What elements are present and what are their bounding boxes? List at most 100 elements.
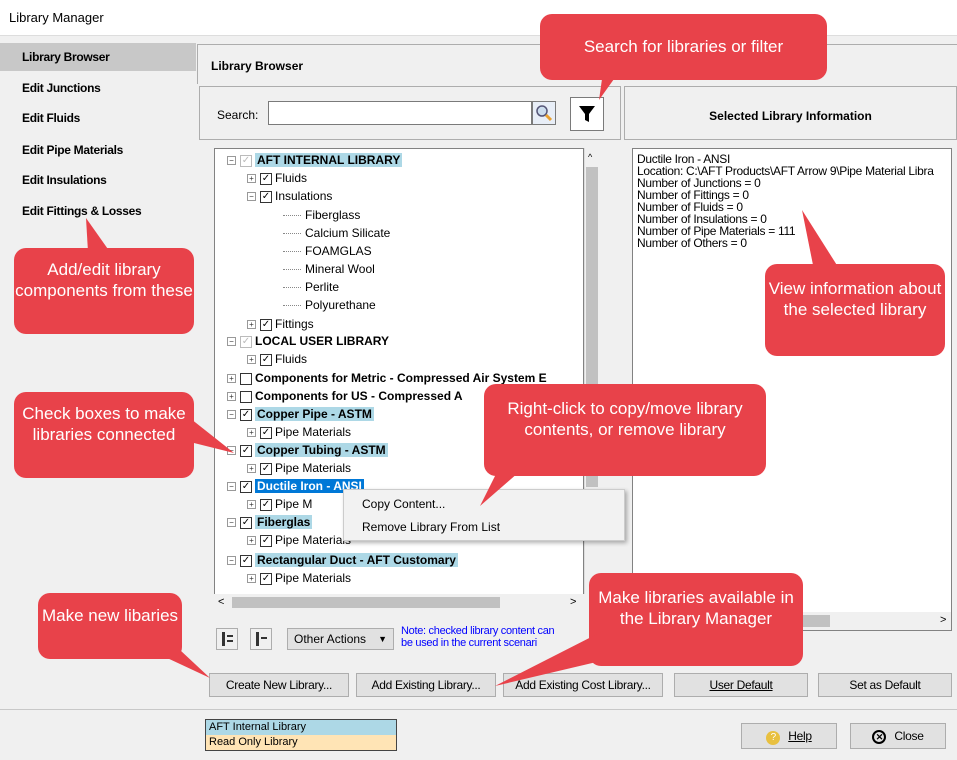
window-title: Library Manager	[9, 10, 104, 25]
expand-icon[interactable]: +	[247, 536, 256, 546]
nav-library-browser[interactable]: Library Browser	[0, 43, 196, 71]
set-as-default-button[interactable]: Set as Default	[818, 673, 952, 697]
tree-row[interactable]: − ✓ Fiberglas	[227, 513, 313, 531]
tree-leaf[interactable]: Mineral Wool	[283, 260, 375, 278]
tree-row[interactable]: − ✓ Copper Pipe - ASTM	[227, 405, 374, 423]
checkbox[interactable]: ✓	[240, 444, 252, 457]
callout-check-boxes: Check boxes to make libraries connected	[14, 392, 194, 478]
callout-add-edit-pointer	[86, 218, 110, 252]
tree-row[interactable]: + ✓ Pipe Materials	[247, 569, 351, 587]
help-icon: ?	[766, 731, 781, 745]
tree-leaf[interactable]: Calcium Silicate	[283, 224, 390, 242]
tree-row[interactable]: + ✓ Pipe Materials	[247, 423, 351, 441]
expand-icon[interactable]: +	[247, 500, 256, 510]
collapse-icon[interactable]: −	[247, 192, 256, 202]
tree-leaf[interactable]: Fiberglass	[283, 206, 360, 224]
legend-internal: AFT Internal Library	[206, 720, 396, 735]
checkbox[interactable]: ✓	[260, 534, 272, 547]
collapse-all-button[interactable]	[250, 628, 272, 650]
library-browser-heading: Library Browser	[211, 59, 304, 73]
checkbox[interactable]	[240, 372, 252, 385]
tree-row[interactable]: − ✓ Copper Tubing - ASTM	[227, 441, 388, 459]
help-button[interactable]: ? Help	[741, 723, 837, 749]
scroll-up-icon[interactable]: ^	[588, 152, 592, 162]
library-tree[interactable]: − ✓ AFT INTERNAL LIBRARY + ✓ Fluids − ✓ Insula…	[214, 148, 584, 611]
checkbox[interactable]	[240, 390, 252, 403]
expand-icon[interactable]: +	[247, 464, 256, 474]
expand-icon[interactable]: +	[247, 174, 256, 184]
checkbox[interactable]: ✓	[240, 554, 252, 567]
search-input[interactable]	[268, 101, 532, 125]
scroll-left-icon[interactable]: <	[218, 596, 224, 608]
info-line: Number of Others = 0	[637, 236, 747, 250]
filter-button[interactable]	[570, 97, 604, 131]
nav-edit-fluids[interactable]: Edit Fluids	[0, 104, 196, 132]
collapse-icon[interactable]: −	[227, 156, 236, 166]
funnel-icon	[579, 106, 595, 122]
expand-icon[interactable]: +	[247, 574, 256, 584]
nav-edit-insulations[interactable]: Edit Insulations	[0, 166, 196, 194]
callout-make-new-pointer	[150, 650, 210, 678]
tree-row[interactable]: + Components for US - Compressed A	[227, 387, 463, 405]
tree-leaf[interactable]: FOAMGLAS	[283, 242, 372, 260]
close-button[interactable]: ✕ Close	[850, 723, 946, 749]
selected-info-heading: Selected Library Information	[709, 109, 872, 123]
collapse-icon[interactable]: −	[227, 337, 236, 347]
expand-icon[interactable]: +	[247, 320, 256, 330]
tree-row[interactable]: − ✓ LOCAL USER LIBRARY	[227, 332, 389, 350]
selected-info-header: Selected Library Information	[624, 86, 957, 140]
checkbox[interactable]: ✓	[260, 426, 272, 439]
expand-icon[interactable]: +	[247, 428, 256, 438]
user-default-button[interactable]: User Default	[674, 673, 808, 697]
callout-make-available: Make libraries available in the Library …	[589, 573, 803, 666]
tree-row[interactable]: − ✓ AFT INTERNAL LIBRARY	[227, 151, 403, 169]
tree-horizontal-thumb[interactable]	[232, 597, 500, 608]
checkbox[interactable]: ✓	[260, 498, 272, 511]
copy-content-menu-item[interactable]: Copy Content...	[362, 497, 445, 511]
nav-edit-junctions[interactable]: Edit Junctions	[0, 74, 196, 102]
search-button[interactable]	[532, 101, 556, 125]
checkbox[interactable]: ✓	[240, 154, 252, 167]
checkbox[interactable]: ✓	[240, 408, 252, 421]
collapse-icon[interactable]: −	[227, 518, 236, 528]
checkbox[interactable]: ✓	[260, 462, 272, 475]
tree-row[interactable]: + ✓ Pipe Materials	[247, 531, 351, 549]
info-scroll-right-icon[interactable]: >	[940, 614, 946, 626]
expand-all-button[interactable]	[216, 628, 238, 650]
legend-readonly: Read Only Library	[206, 735, 396, 750]
tree-row[interactable]: + ✓ Pipe M	[247, 495, 312, 513]
expand-icon[interactable]: +	[227, 374, 236, 384]
other-actions-dropdown[interactable]: Other Actions ▼	[287, 628, 394, 650]
expand-icon[interactable]: +	[227, 392, 236, 402]
expand-icon[interactable]: +	[247, 355, 256, 365]
collapse-all-icon	[256, 632, 267, 646]
tree-row[interactable]: + ✓ Fluids	[247, 350, 307, 368]
expand-all-icon	[222, 632, 233, 646]
dropdown-arrow-icon: ▼	[378, 634, 387, 644]
add-existing-library-button[interactable]: Add Existing Library...	[356, 673, 496, 697]
checkbox[interactable]: ✓	[240, 480, 252, 493]
collapse-icon[interactable]: −	[227, 556, 236, 566]
checkbox[interactable]: ✓	[240, 516, 252, 529]
scroll-right-icon[interactable]: >	[570, 596, 576, 608]
tree-row[interactable]: − ✓ Insulations	[247, 187, 332, 205]
checkbox[interactable]: ✓	[260, 172, 272, 185]
tree-row[interactable]: − ✓ Rectangular Duct - AFT Customary	[227, 551, 458, 569]
collapse-icon[interactable]: −	[227, 482, 236, 492]
checkbox[interactable]: ✓	[260, 353, 272, 366]
callout-search-pointer	[599, 72, 619, 100]
checkbox[interactable]: ✓	[260, 572, 272, 585]
remove-library-menu-item[interactable]: Remove Library From List	[362, 520, 500, 534]
tree-row[interactable]: + ✓ Pipe Materials	[247, 459, 351, 477]
nav-edit-pipe-materials[interactable]: Edit Pipe Materials	[0, 136, 196, 164]
close-icon: ✕	[872, 730, 887, 744]
tree-row[interactable]: + ✓ Fittings	[247, 315, 314, 333]
checkbox[interactable]: ✓	[260, 318, 272, 331]
tree-leaf[interactable]: Polyurethane	[283, 296, 376, 314]
tree-leaf[interactable]: Perlite	[283, 278, 339, 296]
tree-row[interactable]: + ✓ Fluids	[247, 169, 307, 187]
checkbox[interactable]: ✓	[240, 335, 252, 348]
checkbox[interactable]: ✓	[260, 190, 272, 203]
create-new-library-button[interactable]: Create New Library...	[209, 673, 349, 697]
magnifier-icon	[536, 105, 553, 122]
